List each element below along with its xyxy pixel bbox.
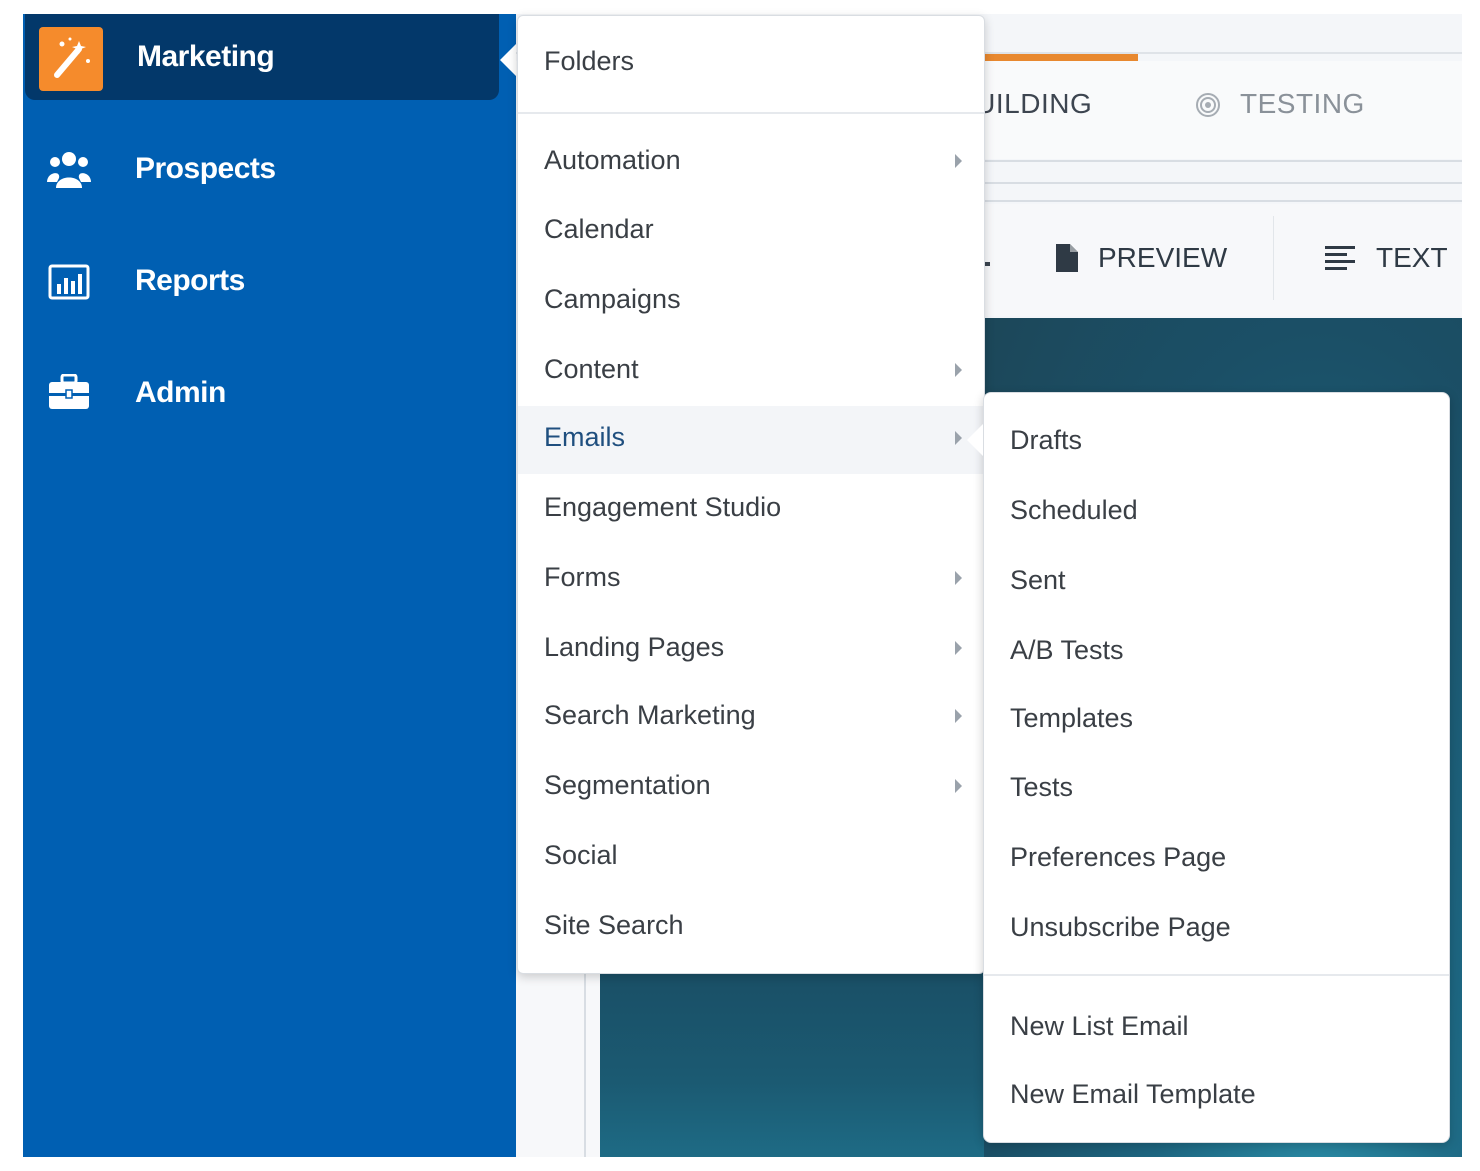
people-icon [47, 152, 91, 188]
submenu-item-label: Tests [1010, 772, 1074, 802]
menu-item-label: Search Marketing [544, 700, 756, 730]
menu-item-label: Automation [544, 145, 681, 175]
submenu-divider [984, 974, 1449, 976]
menu-item-engagement-studio[interactable]: Engagement Studio [518, 474, 984, 542]
briefcase-icon [49, 374, 89, 409]
chevron-right-icon [955, 154, 962, 168]
sidebar-item-reports[interactable]: Reports [23, 238, 499, 324]
chevron-right-icon [955, 571, 962, 585]
divider [984, 160, 1462, 162]
menu-item-content[interactable]: Content [518, 336, 984, 404]
menu-item-label: Segmentation [544, 770, 711, 800]
toolbar-divider [1273, 216, 1274, 300]
sidebar-item-label: Reports [135, 264, 245, 297]
menu-pointer [500, 44, 516, 76]
step-testing[interactable]: TESTING [1240, 88, 1365, 120]
menu-item-social[interactable]: Social [518, 822, 984, 890]
bar-chart-icon [48, 264, 90, 300]
submenu-item-preferences-page[interactable]: Preferences Page [984, 824, 1449, 892]
menu-item-calendar[interactable]: Calendar [518, 196, 984, 264]
new-email-template-button[interactable]: New Email Template [984, 1061, 1449, 1129]
sidebar-item-label: Marketing [137, 40, 275, 73]
divider [984, 182, 1462, 184]
submenu-item-label: Preferences Page [1010, 842, 1227, 872]
new-list-email-button[interactable]: New List Email [984, 993, 1449, 1061]
editor-gutter [516, 970, 600, 1157]
menu-item-label: Engagement Studio [544, 492, 782, 522]
text-align-icon [1325, 246, 1355, 270]
menu-item-folders[interactable]: Folders [518, 28, 984, 96]
chevron-right-icon [955, 779, 962, 793]
divider [984, 200, 1462, 202]
sidebar-item-admin[interactable]: Admin [23, 350, 499, 436]
sidebar-item-prospects[interactable]: Prospects [23, 126, 499, 212]
text-view-button[interactable]: TEXT [1376, 242, 1448, 274]
magic-wand-icon [39, 27, 103, 91]
menu-item-segmentation[interactable]: Segmentation [518, 752, 984, 820]
menu-item-label: Emails [544, 422, 626, 452]
submenu-pointer [967, 424, 983, 456]
target-icon [1196, 93, 1220, 117]
preview-button[interactable]: PREVIEW [1098, 242, 1227, 274]
submenu-item-label: Sent [1010, 565, 1066, 595]
menu-item-site-search[interactable]: Site Search [518, 892, 984, 960]
submenu-item-sent[interactable]: Sent [984, 547, 1449, 615]
submenu-item-scheduled[interactable]: Scheduled [984, 477, 1449, 545]
chevron-right-icon [955, 641, 962, 655]
email-canvas-lower [600, 970, 984, 1157]
sidebar: Marketing Prospects Reports Admin [23, 14, 516, 1157]
document-icon [1056, 244, 1078, 272]
submenu-item-tests[interactable]: Tests [984, 754, 1449, 822]
sidebar-item-marketing[interactable]: Marketing [25, 14, 499, 100]
menu-item-label: Content [544, 354, 639, 384]
submenu-item-label: New List Email [1010, 1011, 1189, 1041]
menu-divider [518, 112, 984, 114]
submenu-item-label: Scheduled [1010, 495, 1138, 525]
step-building[interactable]: BUILDING [984, 88, 1124, 120]
menu-item-label: Folders [544, 46, 635, 76]
submenu-item-label: Templates [1010, 703, 1134, 733]
gutter-divider [584, 970, 586, 1157]
chevron-right-icon [955, 431, 962, 445]
menu-item-emails[interactable]: Emails [518, 406, 984, 474]
submenu-item-ab-tests[interactable]: A/B Tests [984, 617, 1449, 685]
menu-item-label: Site Search [544, 910, 684, 940]
menu-item-label: Social [544, 840, 618, 870]
menu-item-label: Calendar [544, 214, 654, 244]
submenu-item-label: Unsubscribe Page [1010, 912, 1231, 942]
app-screen: BUILDING TESTING PREVIEW TEXT [0, 0, 1480, 1171]
menu-item-label: Forms [544, 562, 621, 592]
menu-item-search-marketing[interactable]: Search Marketing [518, 682, 984, 750]
submenu-item-drafts[interactable]: Drafts [984, 407, 1449, 475]
chevron-right-icon [955, 709, 962, 723]
sidebar-item-label: Admin [135, 376, 226, 409]
emails-submenu: Drafts Scheduled Sent A/B Tests Template… [983, 392, 1450, 1143]
menu-item-landing-pages[interactable]: Landing Pages [518, 614, 984, 682]
step-progress-bar [984, 54, 1138, 61]
submenu-item-label: Drafts [1010, 425, 1083, 455]
menu-item-label: Landing Pages [544, 632, 725, 662]
menu-item-campaigns[interactable]: Campaigns [518, 266, 984, 334]
menu-item-automation[interactable]: Automation [518, 127, 984, 195]
menu-item-label: Campaigns [544, 284, 681, 314]
menu-item-forms[interactable]: Forms [518, 544, 984, 612]
submenu-item-templates[interactable]: Templates [984, 685, 1449, 753]
sidebar-item-label: Prospects [135, 152, 276, 185]
marketing-menu: Folders Automation Calendar Campaigns Co… [517, 15, 985, 974]
submenu-item-label: New Email Template [1010, 1079, 1256, 1109]
submenu-item-unsubscribe-page[interactable]: Unsubscribe Page [984, 894, 1449, 962]
submenu-item-label: A/B Tests [1010, 635, 1124, 665]
chevron-right-icon [955, 363, 962, 377]
